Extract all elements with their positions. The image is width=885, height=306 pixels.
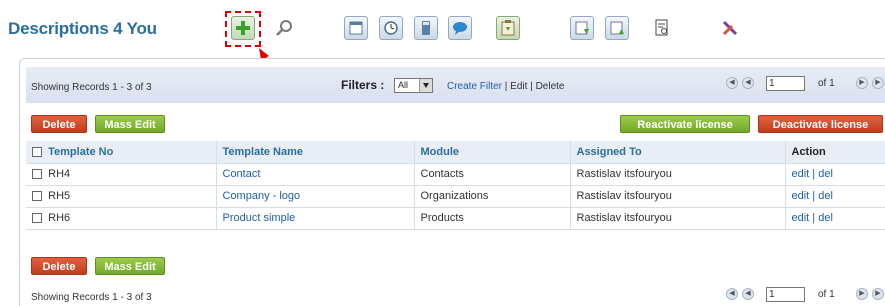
page-number-input[interactable]: 1 xyxy=(766,287,805,302)
action-cell: edit | del xyxy=(785,185,885,208)
delete-link[interactable]: del xyxy=(818,212,833,224)
edit-link[interactable]: edit xyxy=(792,190,810,202)
row-checkbox[interactable] xyxy=(32,191,42,202)
template-no-cell: RH4 xyxy=(26,163,217,186)
first-page-icon[interactable]: ◀ xyxy=(726,288,738,300)
first-page-icon[interactable]: ◀ xyxy=(726,77,738,89)
header-template-name[interactable]: Template Name xyxy=(216,141,415,164)
templates-table: Template No Template Name Module Assigne… xyxy=(26,141,885,230)
table-header-row: Template No Template Name Module Assigne… xyxy=(26,141,885,164)
find-duplicates-icon[interactable] xyxy=(650,16,674,40)
export-icon[interactable] xyxy=(605,16,629,40)
assigned-to-cell: Rastislav itsfouryou xyxy=(570,185,786,208)
chevron-down-icon xyxy=(419,79,432,92)
edit-filter-link[interactable]: Edit xyxy=(510,81,527,92)
delete-button-bottom[interactable]: Delete xyxy=(31,257,87,275)
filters-label: Filters : xyxy=(341,78,385,92)
last-page-icon[interactable]: ▶ xyxy=(872,77,884,89)
settings-icon[interactable] xyxy=(718,16,742,40)
action-cell: edit | del xyxy=(785,163,885,186)
edit-link[interactable]: edit xyxy=(792,168,810,180)
import-icon[interactable] xyxy=(570,16,594,40)
mass-edit-button-bottom[interactable]: Mass Edit xyxy=(95,257,165,275)
template-no-cell: RH6 xyxy=(26,207,217,230)
mass-edit-button[interactable]: Mass Edit xyxy=(95,115,165,133)
assigned-to-cell: Rastislav itsfouryou xyxy=(570,163,786,186)
calendar-icon[interactable] xyxy=(344,16,368,40)
next-page-icon[interactable]: ▶ xyxy=(856,288,868,300)
filter-select[interactable]: All xyxy=(394,78,433,93)
create-filter-link[interactable]: Create Filter xyxy=(447,81,502,92)
header-template-no[interactable]: Template No xyxy=(26,141,217,164)
module-cell: Contacts xyxy=(414,163,571,186)
page-number-input[interactable]: 1 xyxy=(766,76,805,91)
search-icon[interactable] xyxy=(272,16,296,40)
edit-link[interactable]: edit xyxy=(792,212,810,224)
calculator-icon[interactable] xyxy=(414,16,438,40)
table-row: RH4 Contact Contacts Rastislav itsfouryo… xyxy=(26,163,885,186)
template-no-cell: RH5 xyxy=(26,185,217,208)
row-checkbox[interactable] xyxy=(32,213,42,224)
table-row: RH6 Product simple Products Rastislav it… xyxy=(26,207,885,230)
reactivate-license-button[interactable]: Reactivate license xyxy=(620,115,750,133)
filter-select-value: All xyxy=(398,80,409,90)
header-module[interactable]: Module xyxy=(414,141,571,164)
delete-link[interactable]: del xyxy=(818,190,833,202)
page-of-label: of 1 xyxy=(818,78,835,89)
deactivate-license-button[interactable]: Deactivate license xyxy=(758,115,883,133)
row-checkbox[interactable] xyxy=(32,169,42,180)
template-name-link[interactable]: Company - logo xyxy=(216,185,415,208)
action-cell: edit | del xyxy=(785,207,885,230)
filter-links: Create Filter | Edit | Delete xyxy=(447,81,565,92)
header-assigned-to[interactable]: Assigned To xyxy=(570,141,786,164)
delete-link[interactable]: del xyxy=(818,168,833,180)
delete-filter-link[interactable]: Delete xyxy=(536,81,565,92)
table-row: RH5 Company - logo Organizations Rastisl… xyxy=(26,185,885,208)
template-name-link[interactable]: Product simple xyxy=(216,207,415,230)
clock-icon[interactable] xyxy=(379,16,403,40)
showing-records-top: Showing Records 1 - 3 of 3 xyxy=(31,82,152,93)
next-page-icon[interactable]: ▶ xyxy=(856,77,868,89)
last-page-icon[interactable]: ▶ xyxy=(872,288,884,300)
showing-records-bottom: Showing Records 1 - 3 of 3 xyxy=(31,292,152,303)
chat-icon[interactable] xyxy=(448,16,472,40)
select-all-checkbox[interactable] xyxy=(32,146,42,157)
previous-page-icon[interactable]: ◀ xyxy=(742,288,754,300)
page-of-label: of 1 xyxy=(818,289,835,300)
module-cell: Organizations xyxy=(414,185,571,208)
delete-button[interactable]: Delete xyxy=(31,115,87,133)
assigned-to-cell: Rastislav itsfouryou xyxy=(570,207,786,230)
app-title: Descriptions 4 You xyxy=(8,19,157,38)
add-icon-highlight xyxy=(225,11,261,47)
clipboard-icon[interactable] xyxy=(496,16,520,40)
module-cell: Products xyxy=(414,207,571,230)
previous-page-icon[interactable]: ◀ xyxy=(742,77,754,89)
template-name-link[interactable]: Contact xyxy=(216,163,415,186)
header-action: Action xyxy=(785,141,885,164)
